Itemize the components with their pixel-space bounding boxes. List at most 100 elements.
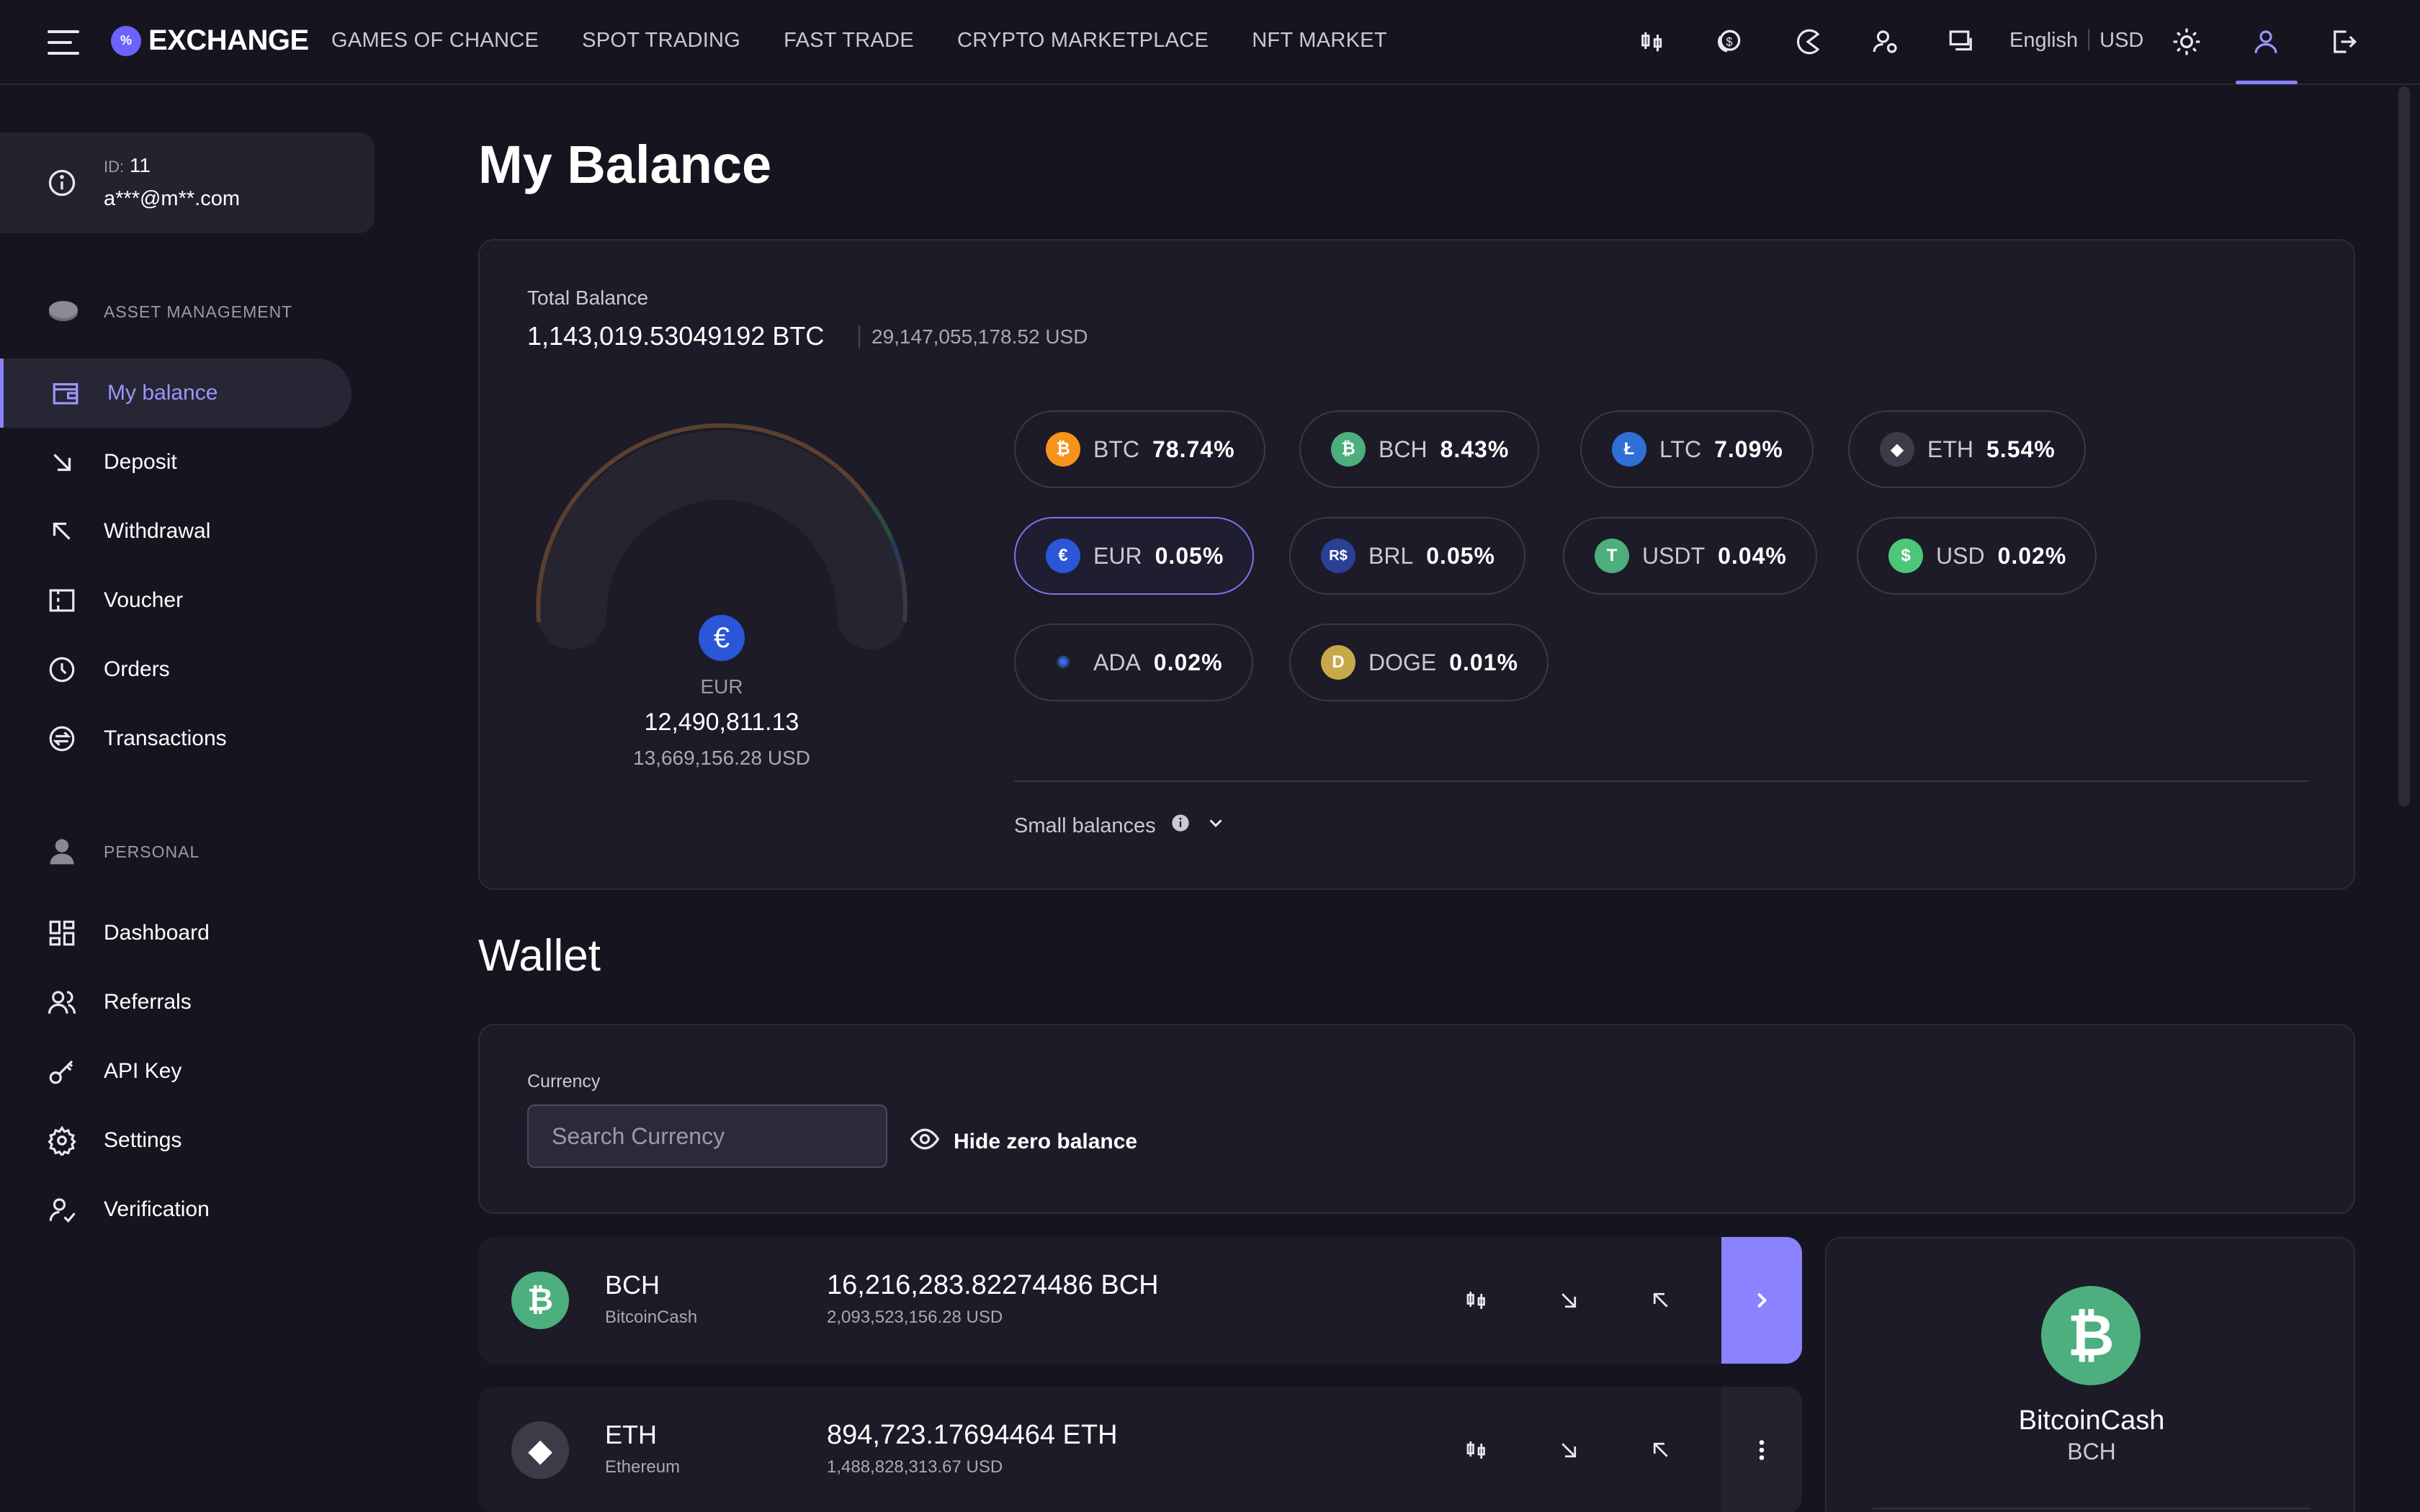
nav-fast-trade[interactable]: FAST TRADE — [784, 29, 914, 53]
pill-percent: 0.02% — [1997, 542, 2067, 569]
asset-pill-doge[interactable]: D DOGE 0.01% — [1289, 624, 1549, 701]
eth-coin-icon: ◆ — [511, 1421, 569, 1479]
user-settings-icon[interactable] — [1865, 22, 1906, 62]
expand-row-button[interactable] — [1721, 1237, 1802, 1364]
divider — [2088, 29, 2090, 50]
sidebar-item-my-balance[interactable]: My balance — [0, 359, 351, 428]
divider — [1014, 780, 2309, 782]
section-personal: PERSONAL — [104, 842, 200, 861]
asset-pill-usdt[interactable]: T USDT 0.04% — [1563, 517, 1817, 595]
wallet-row-eth[interactable]: ◆ ETH Ethereum 894,723.17694464 ETH 1,48… — [478, 1387, 1802, 1512]
sidebar-item-voucher[interactable]: Voucher — [0, 566, 351, 635]
brand-logo[interactable]: % EXCHANGE — [111, 24, 309, 57]
divider — [1873, 1508, 2311, 1509]
wallet-icon — [50, 377, 81, 409]
sidebar-item-dashboard[interactable]: Dashboard — [0, 899, 351, 968]
sidebar-item-verification[interactable]: Verification — [0, 1175, 351, 1244]
asset-pill-usd[interactable]: $ USD 0.02% — [1857, 517, 2097, 595]
wallet-name: Ethereum — [605, 1457, 681, 1477]
sidebar-item-label: Orders — [104, 657, 170, 681]
user-id: ID: 11 — [104, 154, 151, 176]
chevron-down-icon[interactable] — [1205, 812, 1227, 840]
asset-pill-brl[interactable]: R$ BRL 0.05% — [1289, 517, 1525, 595]
wallet-filter-card: Currency Hide zero balance — [478, 1024, 2355, 1214]
balance-card: Total Balance 1,143,019.53049192 BTC 29,… — [478, 239, 2355, 890]
asset-pill-ltc[interactable]: Ł LTC 7.09% — [1580, 410, 1814, 488]
pill-symbol: ETH — [1927, 436, 1973, 462]
sidebar-item-label: Settings — [104, 1128, 182, 1152]
pill-percent: 0.05% — [1155, 542, 1224, 569]
asset-pill-bch[interactable]: ₿ BCH 8.43% — [1299, 410, 1540, 488]
coins-icon[interactable]: $ — [1708, 22, 1749, 62]
menu-icon[interactable] — [48, 30, 79, 55]
hide-zero-balance-toggle[interactable]: Hide zero balance — [909, 1123, 1137, 1161]
nav-crypto-marketplace[interactable]: CRYPTO MARKETPLACE — [957, 29, 1209, 53]
ada-coin-icon: ✺ — [1046, 645, 1080, 680]
bch-coin-icon: ₿ — [2041, 1286, 2141, 1385]
pill-percent: 0.04% — [1718, 542, 1787, 569]
arrow-down-right-icon — [46, 446, 78, 478]
user-email: a***@m**.com — [104, 187, 240, 210]
section-asset-management: ASSET MANAGEMENT — [104, 302, 293, 321]
sidebar-item-api-key[interactable]: API Key — [0, 1037, 351, 1106]
gauge-selected-asset: € EUR 12,490,811.13 13,669,156.28 USD — [527, 615, 916, 770]
ltc-coin-icon: Ł — [1612, 432, 1646, 467]
sidebar-item-label: Dashboard — [104, 921, 210, 945]
asset-pill-eur[interactable]: € EUR 0.05% — [1014, 517, 1255, 595]
doge-coin-icon: D — [1321, 645, 1355, 680]
pill-percent: 0.05% — [1426, 542, 1495, 569]
brand-name: EXCHANGE — [148, 24, 309, 56]
chat-icon[interactable] — [1942, 22, 1982, 62]
withdraw-icon[interactable] — [1644, 1283, 1678, 1318]
nav-games-of-chance[interactable]: GAMES OF CHANCE — [331, 29, 539, 53]
sidebar-item-referrals[interactable]: Referrals — [0, 968, 351, 1037]
pill-symbol: BRL — [1368, 542, 1414, 569]
small-balances-toggle[interactable]: Small balances — [1014, 812, 1227, 840]
pacman-icon[interactable] — [1788, 22, 1828, 62]
eur-coin-icon: € — [1046, 539, 1080, 573]
usdt-coin-icon: T — [1595, 539, 1629, 573]
sidebar-item-deposit[interactable]: Deposit — [0, 428, 351, 497]
deposit-icon[interactable] — [1551, 1283, 1586, 1318]
asset-pill-ada[interactable]: ✺ ADA 0.02% — [1014, 624, 1253, 701]
info-icon[interactable] — [1170, 813, 1191, 839]
language-currency-selector[interactable]: English USD — [2009, 29, 2143, 53]
logout-icon[interactable] — [2323, 22, 2364, 62]
wallet-amount: 894,723.17694464 ETH — [827, 1420, 1118, 1450]
gauge-amount: 12,490,811.13 — [644, 708, 799, 736]
nav-spot-trading[interactable]: SPOT TRADING — [582, 29, 740, 53]
more-options-button[interactable] — [1721, 1387, 1802, 1512]
wallet-detail-card: ₿ BitcoinCash BCH — [1825, 1237, 2355, 1512]
sun-icon[interactable] — [2166, 22, 2207, 62]
deposit-icon[interactable] — [1551, 1433, 1586, 1467]
pill-symbol: LTC — [1659, 436, 1702, 462]
sidebar-item-transactions[interactable]: Transactions — [0, 704, 351, 773]
nav-nft-market[interactable]: NFT MARKET — [1252, 29, 1387, 53]
sidebar-item-label: Withdrawal — [104, 519, 211, 543]
page-scrollbar[interactable] — [2398, 86, 2410, 806]
wallet-row-bch[interactable]: ₿ BCH BitcoinCash 16,216,283.82274486 BC… — [478, 1237, 1802, 1364]
trade-icon[interactable] — [1459, 1283, 1494, 1318]
sidebar-item-orders[interactable]: Orders — [0, 635, 351, 704]
pill-percent: 8.43% — [1440, 436, 1510, 462]
arrow-up-left-icon — [46, 516, 78, 547]
btc-coin-icon: ₿ — [1046, 432, 1080, 467]
asset-management-icon — [46, 298, 81, 330]
sidebar-item-settings[interactable]: Settings — [0, 1106, 351, 1175]
withdraw-icon[interactable] — [1644, 1433, 1678, 1467]
sidebar-item-withdrawal[interactable]: Withdrawal — [0, 497, 351, 566]
wallet-symbol: ETH — [605, 1420, 657, 1449]
pill-symbol: BCH — [1379, 436, 1428, 462]
profile-icon[interactable] — [2246, 22, 2286, 62]
asset-pill-eth[interactable]: ◆ ETH 5.54% — [1848, 410, 2086, 488]
eye-icon — [909, 1123, 941, 1161]
trade-icon[interactable] — [1459, 1433, 1494, 1467]
search-currency-input[interactable] — [527, 1104, 887, 1168]
trading-icon[interactable] — [1632, 22, 1672, 62]
pill-percent: 0.02% — [1153, 649, 1223, 675]
verification-icon — [46, 1194, 78, 1225]
sidebar-item-label: My balance — [107, 381, 218, 405]
sidebar-item-label: Voucher — [104, 588, 184, 612]
asset-pill-btc[interactable]: ₿ BTC 78.74% — [1014, 410, 1265, 488]
small-balances-label: Small balances — [1014, 814, 1156, 837]
